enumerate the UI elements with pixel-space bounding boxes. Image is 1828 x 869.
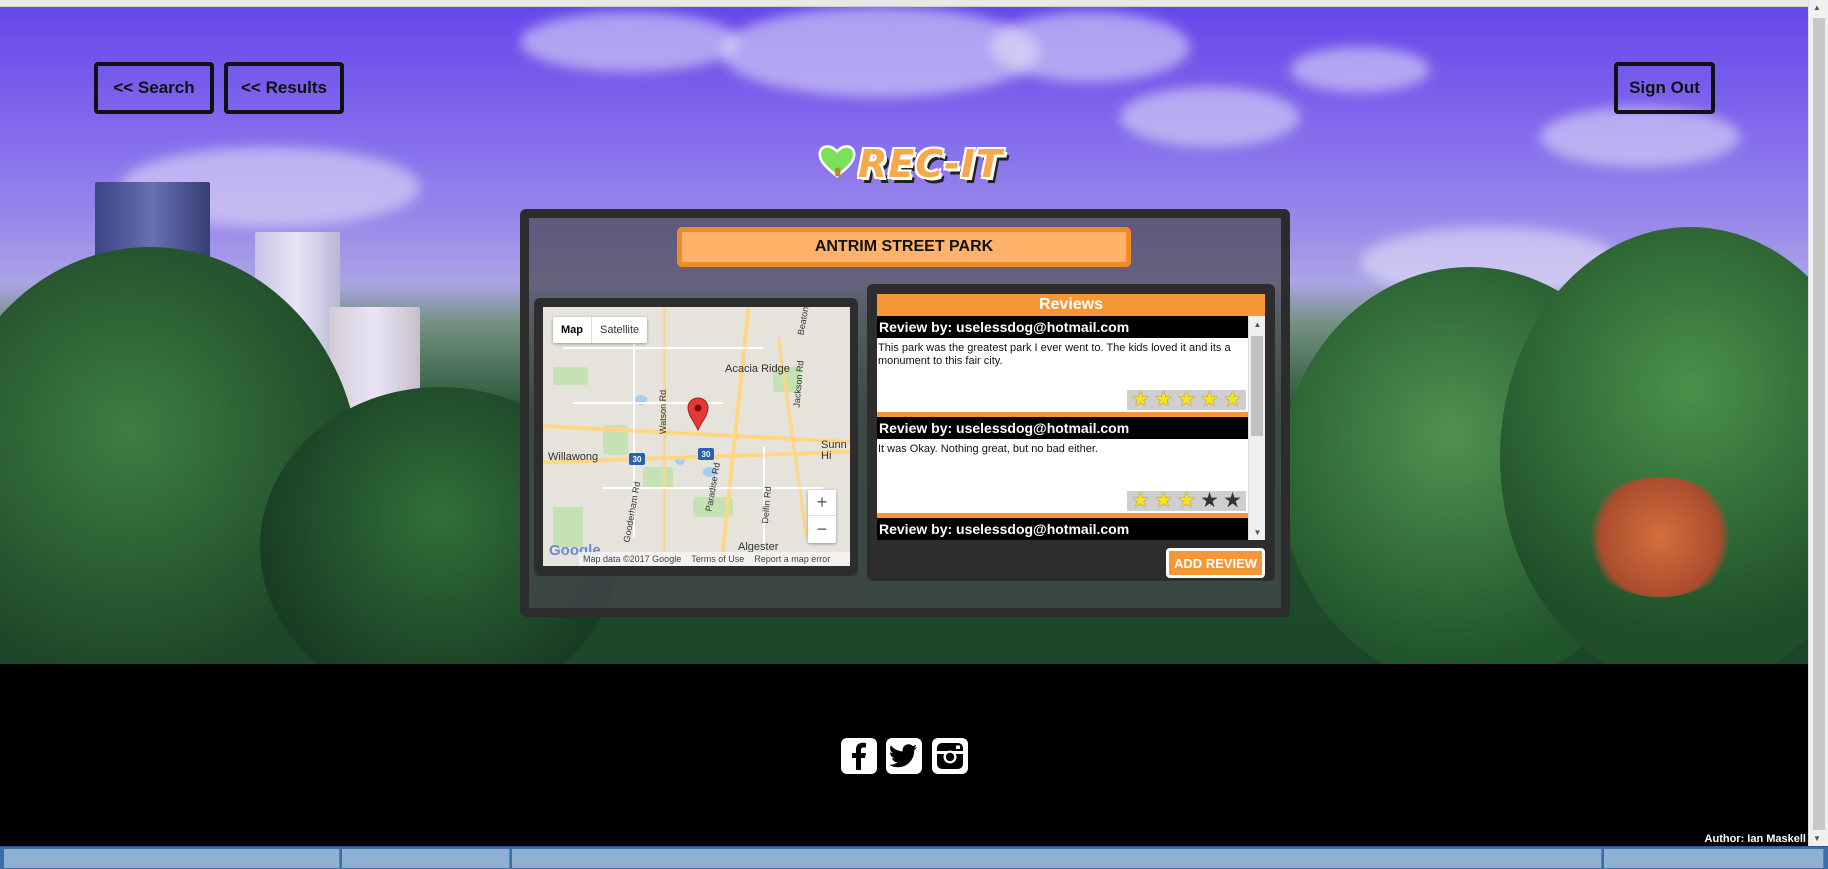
map-label-delfin-rd: Delfin Rd [759, 486, 774, 524]
map-label-willawong: Willawong [548, 451, 599, 463]
sign-out-button[interactable]: Sign Out [1614, 62, 1715, 114]
browser-top-edge [0, 0, 1808, 7]
review-author: Review by: uselessdog@hotmail.com [877, 316, 1248, 338]
star-filled-icon: ★ [1177, 388, 1196, 411]
map-type-map[interactable]: Map [553, 317, 592, 343]
star-filled-icon: ★ [1177, 489, 1196, 512]
page-scroll-up-icon[interactable]: ▲ [1813, 3, 1821, 12]
heart-tree-icon [818, 145, 856, 178]
star-rating: ★ ★ ★ ★ ★ [1127, 489, 1246, 512]
scrollbar-thumb[interactable] [1251, 336, 1263, 436]
map-label-beaton-rd: Beaton Rd [795, 307, 813, 336]
review-item: Review by: uselessdog@hotmail.com [877, 518, 1248, 540]
route-30-shield-east: 30 [698, 448, 714, 460]
back-to-results-button[interactable]: << Results [224, 62, 344, 114]
star-empty-icon: ★ [1200, 489, 1219, 512]
star-rating: ★ ★ ★ ★ ★ [1127, 388, 1246, 411]
map-data-credit: Map data ©2017 Google [583, 554, 682, 564]
map-label-gooderham-rd: Gooderham Rd [621, 480, 643, 544]
star-filled-icon: ★ [1154, 388, 1173, 411]
map-type-satellite[interactable]: Satellite [592, 317, 647, 343]
author-credit: Author: Ian Maskell [1704, 833, 1806, 845]
page-scrollbar-thumb[interactable] [1813, 18, 1825, 830]
review-text: It was Okay. Nothing great, but no bad e… [878, 443, 1098, 455]
page-scroll-down-icon[interactable]: ▼ [1813, 834, 1821, 843]
logo-text: REC-IT [858, 142, 1003, 186]
map-attribution: Map data ©2017 Google Terms of Use Repor… [579, 552, 850, 566]
back-to-search-button[interactable]: << Search [94, 62, 214, 114]
taskbar [0, 846, 1828, 869]
review-item: Review by: uselessdog@hotmail.com This p… [877, 316, 1248, 417]
terms-of-use-link[interactable]: Terms of Use [691, 554, 744, 564]
facebook-icon[interactable] [841, 738, 877, 774]
reviews-scrollbar[interactable]: ▲ ▼ [1248, 316, 1265, 540]
page-footer: Author: Ian Maskell [0, 664, 1808, 846]
park-title: ANTRIM STREET PARK [677, 227, 1131, 267]
review-author: Review by: uselessdog@hotmail.com [877, 417, 1248, 439]
map-type-control: Map Satellite [553, 317, 648, 343]
review-text: This park was the greatest park I ever w… [878, 342, 1231, 367]
scroll-down-arrow-icon[interactable]: ▼ [1249, 524, 1266, 540]
star-filled-icon: ★ [1131, 489, 1150, 512]
app-logo: REC-IT [806, 134, 1006, 196]
star-filled-icon: ★ [1154, 489, 1173, 512]
review-item: Review by: uselessdog@hotmail.com It was… [877, 417, 1248, 518]
add-review-button[interactable]: ADD REVIEW [1166, 548, 1265, 578]
zoom-control: + − [808, 490, 836, 543]
map-label-acacia-ridge: Acacia Ridge [725, 363, 790, 375]
google-map[interactable]: Acacia Ridge Willawong Algester Sunn Hi … [543, 307, 850, 566]
zoom-in-button[interactable]: + [808, 490, 836, 516]
map-pin-icon[interactable] [687, 397, 709, 431]
map-label-sunnybank-hills: Sunn Hi [821, 439, 847, 462]
route-30-shield: 30 [629, 453, 645, 465]
map-label-watson-rd: Watson Rd [658, 389, 669, 435]
reviews-heading: Reviews [877, 294, 1265, 316]
report-map-error-link[interactable]: Report a map error [754, 554, 830, 564]
star-filled-icon: ★ [1200, 388, 1219, 411]
star-empty-icon: ★ [1223, 489, 1242, 512]
star-filled-icon: ★ [1223, 388, 1242, 411]
scroll-up-arrow-icon[interactable]: ▲ [1249, 316, 1266, 332]
twitter-icon[interactable] [886, 738, 922, 774]
star-filled-icon: ★ [1131, 388, 1150, 411]
reviews-list[interactable]: Review by: uselessdog@hotmail.com This p… [877, 316, 1248, 540]
browser-viewport: << Search << Results Sign Out REC-IT ANT… [0, 0, 1828, 869]
instagram-icon[interactable] [932, 738, 968, 774]
review-author: Review by: uselessdog@hotmail.com [877, 518, 1248, 540]
page-scrollbar[interactable]: ▲ ▼ [1808, 0, 1828, 846]
zoom-out-button[interactable]: − [808, 516, 836, 542]
